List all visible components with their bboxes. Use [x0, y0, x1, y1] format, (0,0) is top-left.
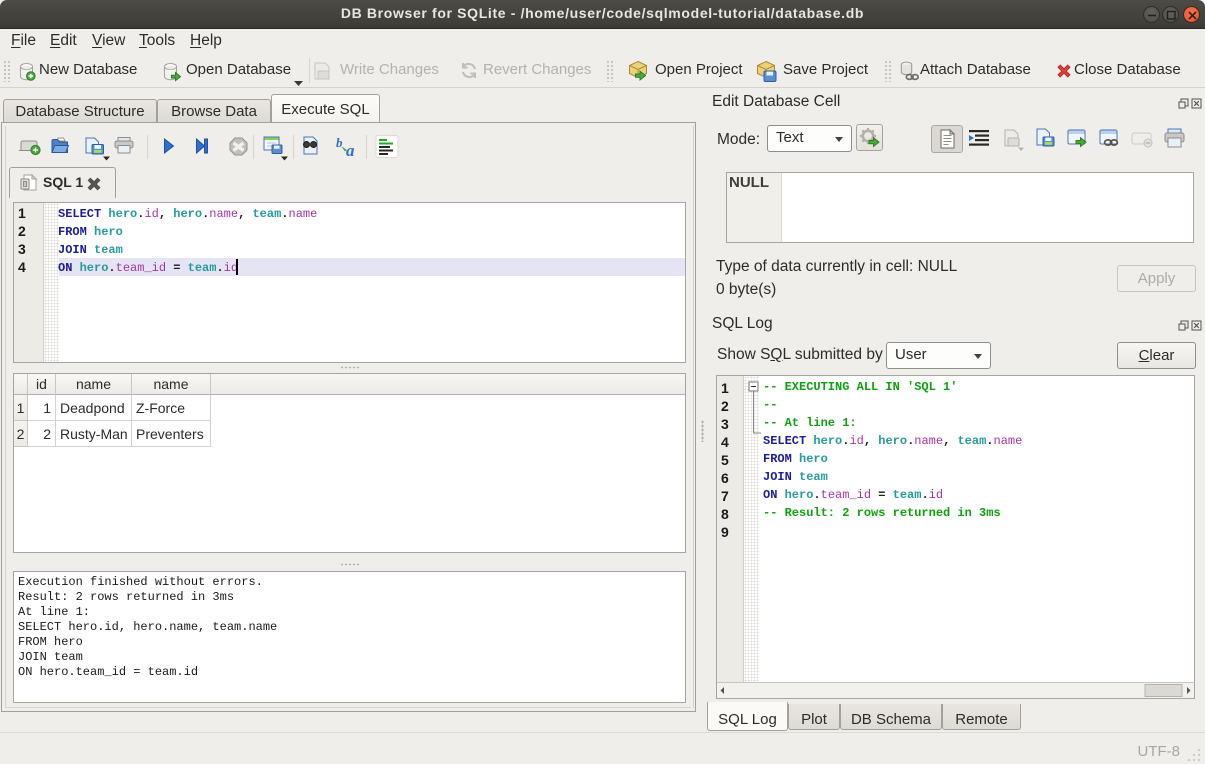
svg-text:b: b	[336, 135, 343, 150]
svg-text:a: a	[346, 141, 355, 160]
